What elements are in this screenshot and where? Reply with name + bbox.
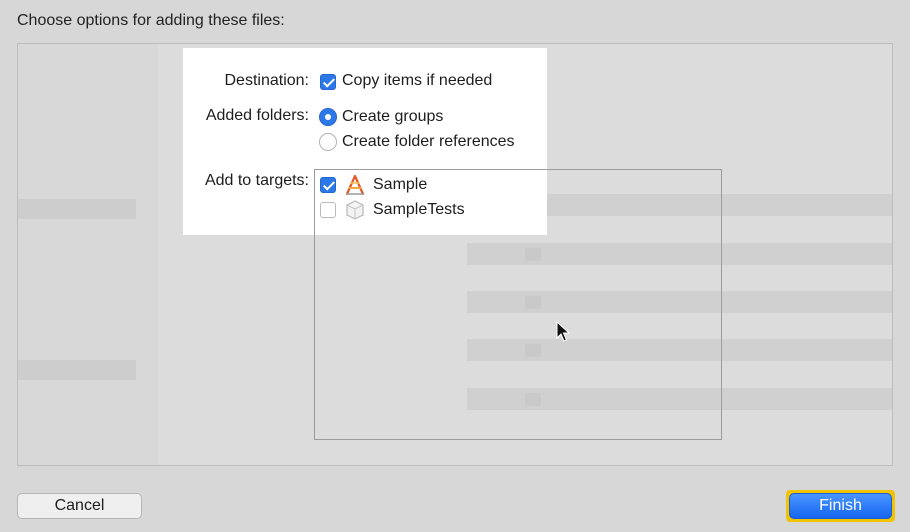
cancel-button[interactable]: Cancel — [17, 493, 142, 519]
ghost-sidebar — [18, 44, 158, 465]
target-name: Sample — [373, 176, 428, 193]
add-to-targets-label: Add to targets: — [204, 172, 309, 189]
create-folder-references-label[interactable]: Create folder references — [342, 133, 515, 151]
target-checkbox-sampletests[interactable] — [320, 202, 336, 218]
ghost-button — [18, 360, 136, 380]
list-item[interactable]: SampleTests — [315, 198, 535, 222]
destination-label: Destination: — [224, 72, 310, 89]
ghost-button — [18, 199, 136, 219]
create-folder-references-radio[interactable] — [319, 133, 337, 151]
finish-button[interactable]: Finish — [789, 493, 892, 519]
targets-list[interactable]: Sample SampleTests — [314, 169, 722, 440]
added-folders-label: Added folders: — [205, 107, 309, 124]
list-item[interactable]: Sample — [315, 173, 535, 197]
mouse-pointer-icon — [556, 321, 570, 342]
copy-items-label[interactable]: Copy items if needed — [342, 72, 492, 90]
test-bundle-icon — [346, 200, 364, 220]
app-target-icon — [345, 174, 365, 196]
dialog-title: Choose options for adding these files: — [17, 12, 285, 29]
create-groups-label[interactable]: Create groups — [342, 108, 443, 126]
target-name: SampleTests — [373, 201, 465, 218]
copy-items-checkbox[interactable] — [320, 74, 336, 90]
create-groups-radio[interactable] — [319, 108, 337, 126]
target-checkbox-sample[interactable] — [320, 177, 336, 193]
